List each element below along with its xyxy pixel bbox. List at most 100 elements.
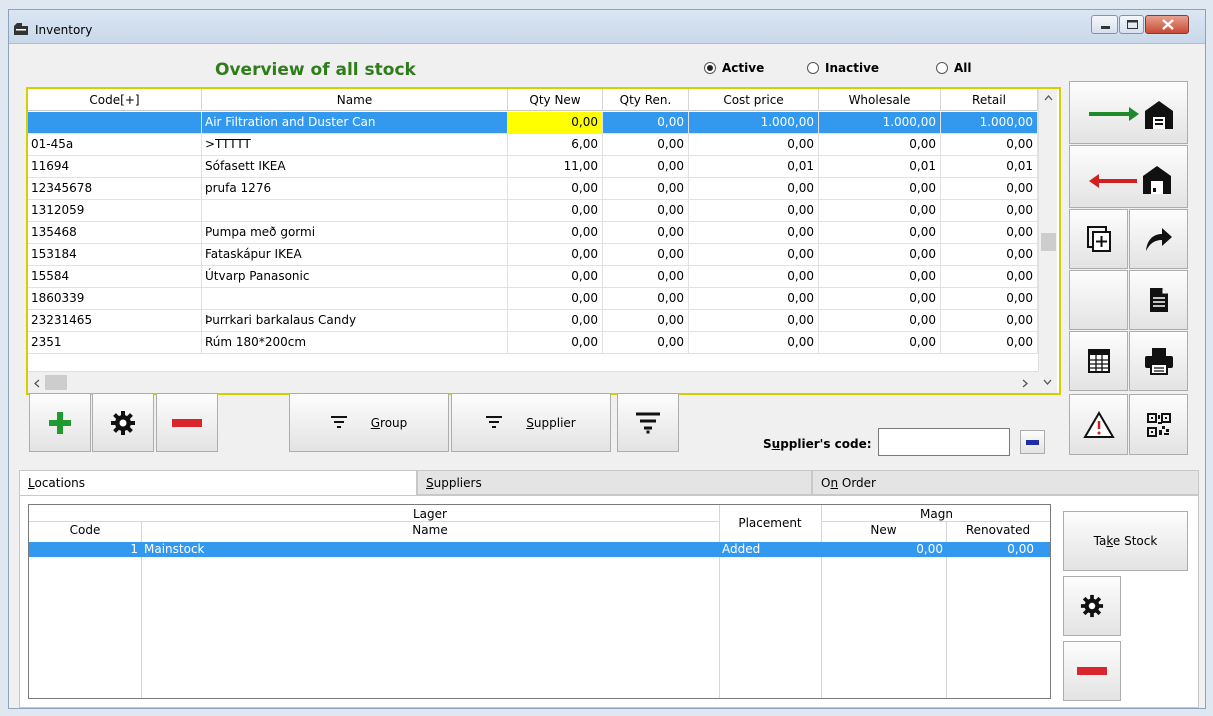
scroll-left-icon[interactable] (34, 379, 40, 388)
hscroll-thumb[interactable] (45, 375, 67, 390)
stock-grid[interactable]: Code[+] Name Qty New Qty Ren. Cost price… (26, 87, 1061, 395)
table-row[interactable]: 15584 Útvarp Panasonic 0,00 0,00 0,00 0,00 0,0… (28, 266, 1038, 288)
cell-retail: 0,00 (941, 134, 1038, 155)
close-icon (1162, 19, 1174, 30)
cell-new: 0,00 (916, 542, 943, 556)
share-arrow-icon (1145, 228, 1172, 251)
cell-qty-ren: 0,00 (603, 332, 689, 353)
tab-on-order[interactable]: On Order (812, 470, 1199, 495)
table-row[interactable]: 23231465 Þurrkari barkalaus Candy 0,00 0,00… (28, 310, 1038, 332)
cell-cost-price: 0,00 (689, 266, 819, 287)
filter-icon (636, 412, 660, 433)
cell-qty-new: 0,00 (508, 310, 603, 331)
table-row[interactable]: 153184 Fataskápur IKEA 0,00 0,00 0,00 0,00 0,0… (28, 244, 1038, 266)
locations-grid[interactable]: Lager Magn Code Name Placement New Renov… (28, 504, 1051, 699)
remove-item-button[interactable] (156, 393, 218, 452)
duplicate-item-button[interactable] (1069, 209, 1128, 269)
table-row[interactable]: 12345678 prufa 1276 0,00 0,00 0,00 0,00 0,00 (28, 178, 1038, 200)
cell-name: Air Filtration and Duster Can (202, 112, 508, 133)
filter-group-button[interactable]: Group (289, 393, 449, 452)
cell-qty-ren: 0,00 (603, 112, 689, 133)
forward-button[interactable] (1129, 209, 1188, 269)
col-header-qty-new[interactable]: Qty New (508, 89, 603, 111)
cell-retail: 0,00 (941, 244, 1038, 265)
locations-panel: Lager Magn Code Name Placement New Renov… (19, 495, 1199, 708)
minimize-button[interactable] (1091, 15, 1118, 34)
qr-code-button[interactable] (1129, 394, 1188, 455)
cell-qty-ren: 0,00 (603, 310, 689, 331)
col-header-cost-price[interactable]: Cost price (689, 89, 819, 111)
close-button[interactable] (1145, 15, 1189, 34)
col-header-qty-ren[interactable]: Qty Ren. (603, 89, 689, 111)
radio-unselected-icon (807, 62, 819, 74)
maximize-button[interactable] (1119, 15, 1144, 34)
printer-icon (1144, 348, 1173, 375)
filter-icon (330, 415, 347, 428)
inventory-window: Inventory Overview of all stock Active I… (8, 9, 1206, 709)
filter-inactive-radio[interactable]: Inactive (807, 61, 879, 75)
gear-icon (1080, 594, 1104, 618)
edit-location-button[interactable] (1063, 576, 1121, 636)
col-header-name[interactable]: Name (141, 523, 719, 537)
filter-active-radio[interactable]: Active (704, 61, 764, 75)
spreadsheet-button[interactable] (1069, 331, 1128, 391)
cell-name: Pumpa með gormi (202, 222, 508, 243)
filter-supplier-button[interactable]: Supplier (451, 393, 611, 452)
table-row[interactable]: 1860339 0,00 0,00 0,00 0,00 0,00 (28, 288, 1038, 310)
col-header-wholesale[interactable]: Wholesale (819, 89, 941, 111)
col-header-new[interactable]: New (821, 523, 946, 537)
cell-qty-new: 0,00 (508, 200, 603, 221)
cell-qty-new: 0,00 (508, 222, 603, 243)
group-header-lager: Lager (413, 507, 447, 521)
remove-location-button[interactable] (1063, 641, 1121, 701)
filter-group-label: Group (370, 415, 408, 430)
filter-clear-button[interactable] (617, 393, 679, 452)
cell-qty-ren: 0,00 (603, 134, 689, 155)
table-row[interactable]: 135468 Pumpa með gormi 0,00 0,00 0,00 0,00 0,0… (28, 222, 1038, 244)
col-header-code[interactable]: Code[+] (28, 89, 202, 111)
scroll-up-icon[interactable] (1044, 95, 1053, 101)
take-stock-label: Take Stock (1093, 534, 1158, 548)
title-bar[interactable]: Inventory (9, 10, 1205, 44)
vscroll-thumb[interactable] (1041, 233, 1056, 251)
cell-qty-ren: 0,00 (603, 200, 689, 221)
stock-grid-hscrollbar[interactable] (28, 371, 1038, 393)
table-row[interactable]: 01-45a >TTTTT 6,00 0,00 0,00 0,00 0,00 (28, 134, 1038, 156)
table-row[interactable]: 1312059 0,00 0,00 0,00 0,00 0,00 (28, 200, 1038, 222)
filter-all-radio[interactable]: All (936, 61, 972, 75)
col-header-code[interactable]: Code (29, 523, 141, 537)
cell-qty-new[interactable]: 0,00 (508, 112, 603, 133)
cell-code: 23231465 (28, 310, 202, 331)
print-button[interactable] (1129, 331, 1188, 391)
inventory-app-icon (14, 23, 28, 35)
take-stock-button[interactable]: Take Stock (1063, 511, 1188, 571)
cell-wholesale: 0,00 (819, 134, 941, 155)
cell-qty-ren: 0,00 (603, 178, 689, 199)
receive-stock-button[interactable] (1069, 81, 1188, 144)
warning-button[interactable] (1069, 394, 1128, 455)
tab-locations[interactable]: Locations (19, 470, 417, 495)
supplier-code-input[interactable] (878, 428, 1010, 456)
cell-qty-ren: 0,00 (603, 156, 689, 177)
table-row[interactable]: 1 Mainstock Added 0,00 0,00 (29, 542, 1050, 557)
edit-item-button[interactable] (92, 393, 154, 452)
tab-suppliers[interactable]: Suppliers (417, 470, 812, 495)
add-item-button[interactable] (29, 393, 91, 452)
table-row[interactable]: Air Filtration and Duster Can 0,00 0,00 … (28, 112, 1038, 134)
cell-name: Fataskápur IKEA (202, 244, 508, 265)
cell-code: 12345678 (28, 178, 202, 199)
issue-stock-button[interactable] (1069, 145, 1188, 208)
stock-grid-vscrollbar[interactable] (1038, 89, 1057, 371)
col-header-retail[interactable]: Retail (941, 89, 1038, 111)
cell-name: >TTTTT (202, 134, 508, 155)
scroll-down-icon[interactable] (1043, 379, 1052, 385)
col-header-placement[interactable]: Placement (719, 516, 821, 530)
supplier-code-clear-button[interactable] (1020, 430, 1045, 454)
table-row[interactable]: 11694 Sófasett IKEA 11,00 0,00 0,01 0,01 0,01 (28, 156, 1038, 178)
scroll-right-icon[interactable] (1022, 379, 1028, 388)
table-row[interactable]: 2351 Rúm 180*200cm 0,00 0,00 0,00 0,00 0,00 (28, 332, 1038, 354)
blank-action-button[interactable] (1069, 270, 1128, 330)
document-button[interactable] (1129, 270, 1188, 330)
col-header-name[interactable]: Name (202, 89, 508, 111)
col-header-renovated[interactable]: Renovated (946, 523, 1050, 537)
